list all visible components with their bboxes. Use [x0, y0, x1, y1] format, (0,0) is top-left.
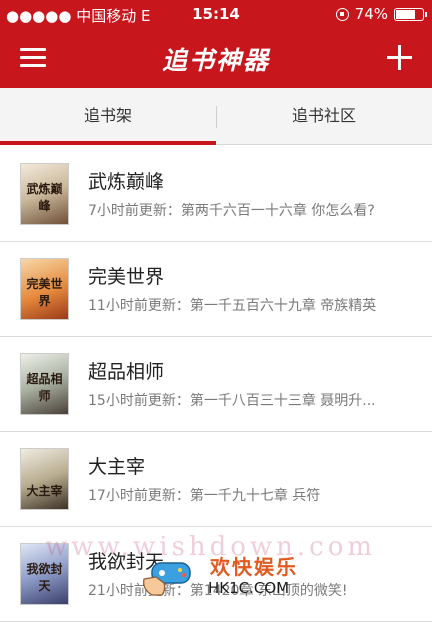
- tab-bar: 追书架 追书社区: [0, 88, 432, 145]
- cover-title: 武炼巅峰: [26, 182, 63, 213]
- book-cover: 完美世界: [20, 258, 69, 320]
- battery-percent: 74%: [354, 5, 388, 23]
- app-title: 追书神器: [161, 46, 270, 75]
- cover-title: 我欲封天: [26, 562, 63, 593]
- list-item[interactable]: 大主宰 大主宰 17小时前更新：第一千九十七章 兵符: [0, 432, 432, 527]
- book-title: 大主宰: [88, 456, 146, 478]
- list-item[interactable]: 超品相师 超品相师 15小时前更新：第一千八百三十三章 聂明升...: [0, 337, 432, 432]
- book-cover: 大主宰: [20, 448, 69, 510]
- rotation-lock-icon: [335, 7, 349, 21]
- status-right: 74%: [335, 5, 427, 23]
- active-tab-indicator: [0, 141, 216, 145]
- site-logo: 欢快娱乐 HK1C.COM: [140, 545, 300, 604]
- logo-en-text: HK1C.COM: [208, 579, 290, 597]
- tab-community[interactable]: 追书社区: [216, 88, 432, 145]
- plus-icon[interactable]: [387, 45, 412, 70]
- book-title: 武炼巅峰: [88, 171, 165, 193]
- tab-bookshelf[interactable]: 追书架: [0, 88, 216, 145]
- game-controller-icon: [143, 562, 191, 596]
- cover-title: 超品相师: [26, 372, 63, 403]
- book-update: 11小时前更新：第一千五百六十九章 帝族精英: [88, 298, 377, 314]
- status-bar: ●●●●● 中国移动 E 15:14 74%: [0, 0, 432, 30]
- book-title: 完美世界: [88, 266, 165, 288]
- cover-title: 完美世界: [26, 277, 63, 308]
- book-update: 17小时前更新：第一千九十七章 兵符: [88, 488, 321, 504]
- app-header: 追书神器: [0, 30, 432, 88]
- book-update: 7小时前更新：第两千六百一十六章 你怎么看?: [88, 203, 375, 219]
- book-cover: 武炼巅峰: [20, 163, 69, 225]
- book-cover: 超品相师: [20, 353, 69, 415]
- logo-cn-text: 欢快娱乐: [210, 555, 298, 579]
- battery-fill: [396, 9, 415, 19]
- list-item[interactable]: 完美世界 完美世界 11小时前更新：第一千五百六十九章 帝族精英: [0, 242, 432, 337]
- cover-title: 大主宰: [26, 484, 63, 498]
- battery-icon: [394, 7, 427, 21]
- book-update: 15小时前更新：第一千八百三十三章 聂明升...: [88, 393, 376, 409]
- list-item[interactable]: 武炼巅峰 武炼巅峰 7小时前更新：第两千六百一十六章 你怎么看?: [0, 147, 432, 242]
- book-title: 超品相师: [88, 361, 165, 383]
